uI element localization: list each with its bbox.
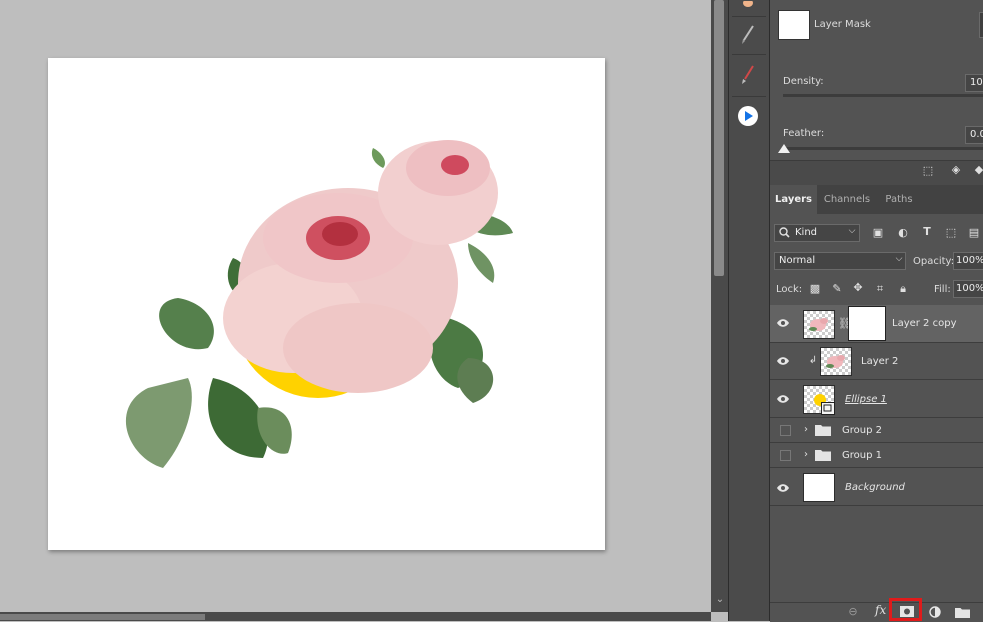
artwork-roses: [125, 140, 513, 468]
layer-mask-label: Layer Mask: [814, 19, 871, 30]
adjustment-layer-icon[interactable]: [929, 606, 941, 621]
eye-icon[interactable]: [776, 355, 794, 369]
layer-thumbnail: [803, 310, 835, 339]
layer-mask-thumbnail-selected[interactable]: [848, 306, 886, 341]
feather-label: Feather:: [783, 128, 825, 139]
search-icon: [779, 227, 790, 241]
kind-filter-label: Kind: [795, 227, 818, 238]
lock-transparent-pixels-icon[interactable]: ▩: [808, 282, 822, 295]
fx-button[interactable]: fx: [875, 603, 886, 617]
scroll-down-arrow-icon[interactable]: ⌄: [712, 592, 728, 608]
smart-object-filter-icon[interactable]: ▤: [967, 226, 981, 239]
feather-slider[interactable]: [783, 147, 983, 150]
layer-name[interactable]: Group 2: [842, 425, 882, 436]
layer-thumbnail: [803, 473, 835, 502]
shape-layer-filter-icon[interactable]: ⬚: [944, 226, 958, 239]
tab-layers[interactable]: Layers: [770, 185, 817, 214]
divider: [732, 54, 766, 55]
visibility-toggle[interactable]: [780, 450, 791, 461]
clipping-mask-arrow-icon: ↲: [808, 355, 818, 366]
lock-label: Lock:: [776, 284, 803, 295]
folder-icon: [815, 449, 831, 464]
adjustment-layer-filter-icon[interactable]: ◐: [896, 226, 910, 239]
fill-input[interactable]: 100%: [953, 280, 983, 298]
vertical-scroll-thumb[interactable]: [714, 0, 724, 276]
chevron-down-icon: ⌵: [895, 254, 903, 264]
eye-icon[interactable]: [776, 482, 794, 496]
feather-input[interactable]: 0.0: [965, 126, 983, 144]
selection-icon[interactable]: ⬚: [920, 164, 936, 177]
lock-position-icon[interactable]: ✥: [851, 281, 865, 294]
layer-name[interactable]: Group 1: [842, 450, 882, 461]
density-slider[interactable]: [783, 94, 983, 97]
type-layer-filter-icon[interactable]: T: [920, 225, 934, 238]
add-mask-highlight: [889, 598, 922, 621]
apply-mask-icon[interactable]: ◆: [974, 163, 983, 176]
divider: [732, 16, 766, 17]
blend-mode-value: Normal: [779, 255, 816, 266]
folder-icon: [815, 424, 831, 439]
feather-slider-handle[interactable]: [778, 144, 790, 156]
tab-paths[interactable]: Paths: [877, 185, 921, 214]
panel-icon-column: [728, 0, 770, 621]
density-input[interactable]: 100: [965, 74, 983, 92]
divider: [732, 96, 766, 97]
hand-icon[interactable]: [735, 0, 761, 10]
horizontal-scroll-thumb[interactable]: [0, 614, 205, 620]
opacity-label: Opacity:: [913, 256, 955, 267]
layer-mask-thumbnail: [778, 10, 810, 40]
refine-icon[interactable]: ◈: [948, 163, 964, 176]
lock-image-pixels-icon[interactable]: ✎: [830, 282, 844, 295]
brush-preset-icon[interactable]: [735, 22, 761, 48]
tab-channels[interactable]: Channels: [817, 185, 877, 214]
shape-layer-badge-icon: [821, 402, 835, 415]
new-group-folder-icon[interactable]: [955, 607, 970, 621]
brush-settings-icon[interactable]: [735, 62, 761, 88]
layer-thumbnail: [820, 347, 852, 376]
link-layers-icon[interactable]: ⊖: [845, 605, 861, 618]
pixel-layer-filter-icon[interactable]: ▣: [871, 226, 885, 239]
lock-all-icon[interactable]: 🔒︎: [896, 282, 910, 296]
document-canvas[interactable]: [48, 58, 605, 550]
layer-name[interactable]: Ellipse 1: [845, 394, 887, 405]
chevron-down-icon: ⌵: [848, 226, 856, 236]
eye-icon[interactable]: [776, 317, 794, 331]
opacity-input[interactable]: 100%: [953, 252, 983, 270]
visibility-toggle[interactable]: [780, 425, 791, 436]
artboard-lock-icon[interactable]: ⌗: [873, 282, 887, 296]
actions-play-icon[interactable]: [735, 103, 761, 129]
eye-icon[interactable]: [776, 393, 794, 407]
layer-name[interactable]: Layer 2: [861, 356, 898, 367]
blend-mode-select[interactable]: Normal: [774, 252, 906, 270]
mask-option-button[interactable]: [979, 12, 983, 38]
chevron-right-icon[interactable]: ›: [802, 424, 810, 435]
fill-label: Fill:: [934, 284, 951, 295]
chevron-right-icon[interactable]: ›: [802, 449, 810, 460]
density-label: Density:: [783, 76, 824, 87]
layer-name[interactable]: Background: [845, 482, 905, 493]
layer-name[interactable]: Layer 2 copy: [892, 318, 956, 329]
